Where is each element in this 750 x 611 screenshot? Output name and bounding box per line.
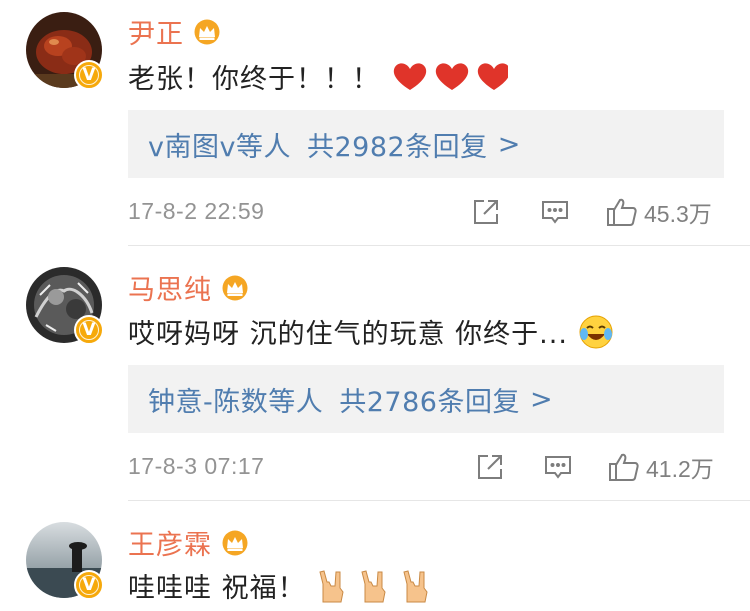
username[interactable]: 马思纯 [128,268,212,307]
red-heart-icon [390,60,510,101]
laughing-tears-icon [578,314,614,357]
share-icon [474,199,498,224]
avatar[interactable]: V [26,267,104,345]
comment-icon [542,200,568,224]
comment-button[interactable] [541,198,569,226]
username[interactable]: 尹正 [128,12,184,51]
crown-icon [194,19,220,44]
divider [128,245,750,246]
reply-count: 共2786条回复 [339,386,520,418]
reply-users: v南图v等人 [148,131,291,163]
verified-badge-icon: V [74,315,104,345]
crown-icon [222,530,248,555]
avatar[interactable]: V [26,522,104,600]
chevron-right-icon: > [497,128,521,160]
comment-text: 哇哇哇 祝福！ [128,566,441,611]
reply-count: 共2982条回复 [306,131,488,163]
share-icon [478,454,502,479]
verified-badge-icon: V [74,60,104,90]
comment-text: 哎呀妈呀 沉的住气的玩意 你终于... [128,312,614,357]
replies-summary[interactable]: v南图v等人 共2982条回复 > [128,110,724,178]
username[interactable]: 王彦霖 [128,523,212,562]
divider [128,500,750,501]
chevron-right-icon: > [529,383,554,415]
crown-icon [222,275,248,300]
timestamp: 17-8-2 22:59 [128,198,265,224]
reply-users: 钟意-陈数等人 [148,386,324,418]
replies-summary[interactable]: 钟意-陈数等人 共2786条回复 > [128,365,724,433]
comment-text: 老张！你终于！！！ [128,57,510,101]
avatar[interactable]: V [26,12,104,90]
comment-button[interactable] [544,453,572,481]
like-button[interactable]: 45.3万 [606,195,712,229]
like-count: 45.3万 [644,200,712,227]
share-button[interactable] [472,198,500,226]
thumbs-up-icon [607,198,637,226]
like-button[interactable]: 41.2万 [608,450,714,484]
comment-icon [545,455,571,479]
thumbs-up-icon [609,453,639,481]
timestamp: 17-8-3 07:17 [128,453,265,479]
share-button[interactable] [476,453,504,481]
rock-hand-icon [315,568,441,611]
like-count: 41.2万 [646,455,714,482]
verified-badge-icon: V [74,570,104,600]
